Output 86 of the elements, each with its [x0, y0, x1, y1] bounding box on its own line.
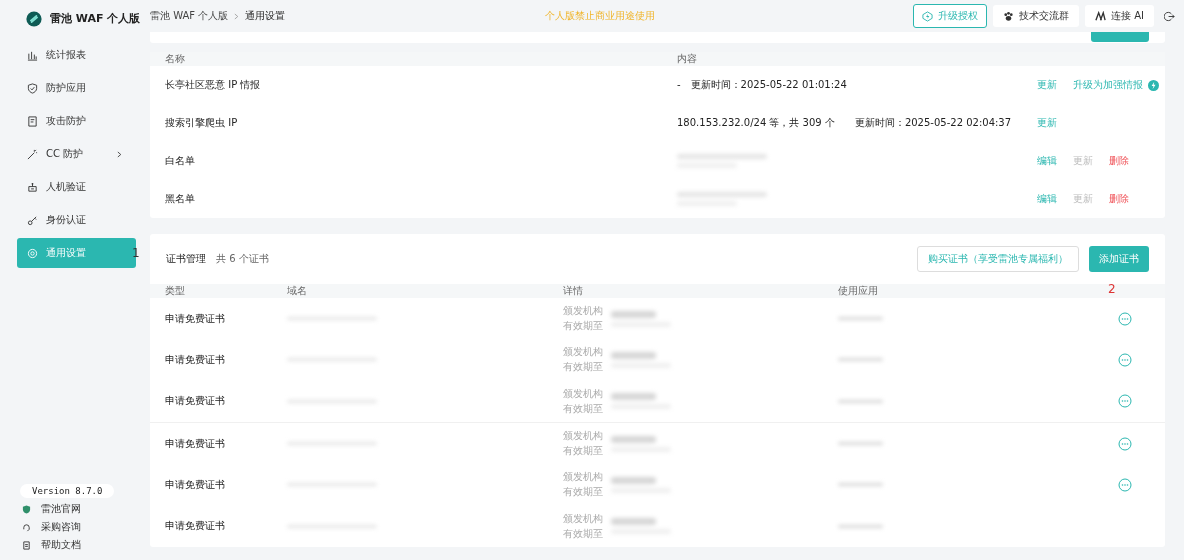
sidebar-item[interactable]: 统计报表 — [17, 40, 136, 70]
version-label: Version 8.7.0 — [20, 484, 115, 498]
sidebar-item[interactable]: 攻击防护 — [17, 106, 136, 136]
key-icon — [27, 214, 38, 226]
footer-link[interactable]: 帮助文档 — [20, 538, 150, 552]
detail-label: 有效期至 — [563, 526, 603, 541]
upgrade-link[interactable]: 升级为加强情报 — [1073, 78, 1159, 92]
robot-icon — [27, 181, 38, 193]
settings-icon — [27, 247, 38, 259]
more-button[interactable] — [1118, 352, 1132, 367]
chevron-icon — [234, 12, 240, 20]
sidebar-item[interactable]: CC 防护 — [17, 139, 136, 169]
detail-label: 颁发机构 — [563, 470, 603, 485]
table-cell-text: 黑名单 — [165, 192, 196, 206]
column-header: 名称 — [165, 52, 186, 66]
upgrade-button[interactable]: 升级授权 — [913, 4, 988, 28]
table-cell-text: 长亭社区恶意 IP 情报 — [165, 78, 262, 92]
sidebar-item[interactable]: 身份认证 — [17, 205, 136, 235]
detail-label: 颁发机构 — [563, 429, 603, 444]
app-name: 雷池 WAF 个人版 — [50, 11, 141, 26]
logo-icon — [26, 10, 42, 27]
document-icon — [27, 115, 38, 127]
table-cell-text: 申请免费证书 — [165, 519, 226, 534]
table-cell-text: 申请免费证书 — [165, 311, 226, 326]
footer-link[interactable]: 采购咨询 — [20, 520, 150, 534]
action-link[interactable]: 删除 — [1109, 192, 1129, 206]
connect-ai-button[interactable]: 连接 AI — [1085, 5, 1154, 27]
column-header: 内容 — [677, 52, 698, 66]
community-button[interactable]: 技术交流群 — [993, 5, 1080, 27]
redacted-content — [611, 351, 671, 368]
redacted-content — [611, 310, 671, 327]
more-button[interactable] — [1118, 394, 1132, 409]
more-button[interactable] — [1118, 436, 1132, 451]
lightning-icon — [1148, 79, 1159, 91]
table-cell-text: 申请免费证书 — [165, 352, 226, 367]
redacted-content — [611, 435, 671, 452]
column-header: 类型 — [165, 284, 186, 298]
sidebar-item[interactable]: 防护应用 — [17, 73, 136, 103]
ai-logo-icon — [1095, 10, 1107, 22]
redacted-content — [611, 518, 671, 535]
detail-label: 颁发机构 — [563, 511, 603, 526]
sidebar-item[interactable]: 人机验证 — [17, 172, 136, 202]
detail-label: 有效期至 — [563, 444, 603, 459]
annotation-number: 2 — [1108, 282, 1116, 296]
column-header: 详情 — [563, 284, 584, 298]
more-button[interactable] — [1118, 311, 1132, 326]
footer-link[interactable]: 雷池官网 — [20, 502, 150, 516]
redacted-content — [611, 476, 671, 493]
table-cell-text: 申请免费证书 — [165, 436, 226, 451]
lightning-icon — [922, 10, 934, 22]
document-icon — [22, 540, 31, 550]
detail-label: 有效期至 — [563, 401, 603, 416]
breadcrumb-item: 通用设置 — [245, 9, 286, 23]
table-cell-text: 申请免费证书 — [165, 477, 226, 492]
wand-icon — [27, 148, 38, 160]
column-header: 域名 — [287, 284, 308, 298]
detail-label: 颁发机构 — [563, 345, 603, 360]
detail-label: 颁发机构 — [563, 304, 603, 319]
table-cell: - 更新时间：2025-05-22 01:01:24 — [677, 78, 847, 92]
action-link[interactable]: 编辑 — [1037, 192, 1057, 206]
table-cell-text: 白名单 — [165, 154, 196, 168]
action-link[interactable]: 更新 — [1037, 116, 1057, 130]
detail-label: 有效期至 — [563, 319, 603, 334]
chart-icon — [27, 49, 38, 61]
breadcrumb-item[interactable]: 雷池 WAF 个人版 — [150, 9, 229, 23]
table-cell-text: 申请免费证书 — [165, 394, 226, 409]
paw-icon — [1003, 10, 1015, 22]
section-title: 证书管理 — [166, 252, 206, 266]
action-link[interactable]: 编辑 — [1037, 154, 1057, 168]
column-header: 使用应用 — [838, 284, 879, 298]
detail-label: 有效期至 — [563, 485, 603, 500]
shield-icon — [27, 82, 38, 94]
action-link[interactable]: 删除 — [1109, 154, 1129, 168]
action-link[interactable]: 更新 — [1037, 78, 1057, 92]
add-certificate-button[interactable]: 添加证书 — [1089, 246, 1149, 272]
certificate-count: 共 6 个证书 — [216, 252, 269, 266]
buy-certificate-button[interactable]: 购买证书（享受雷池专属福利） — [917, 246, 1079, 272]
more-button[interactable] — [1118, 477, 1132, 492]
table-cell-text: 搜索引擎爬虫 IP — [165, 116, 239, 130]
table-cell: 180.153.232.0/24 等，共 309 个 更新时间：2025-05-22 02:04:37 — [677, 116, 1012, 130]
detail-label: 颁发机构 — [563, 386, 603, 401]
shield-icon — [22, 504, 31, 514]
notice-text: 个人版禁止商业用途使用 — [545, 9, 655, 23]
detail-label: 有效期至 — [563, 360, 603, 375]
logout-icon — [1164, 10, 1175, 22]
redacted-content — [611, 393, 671, 410]
